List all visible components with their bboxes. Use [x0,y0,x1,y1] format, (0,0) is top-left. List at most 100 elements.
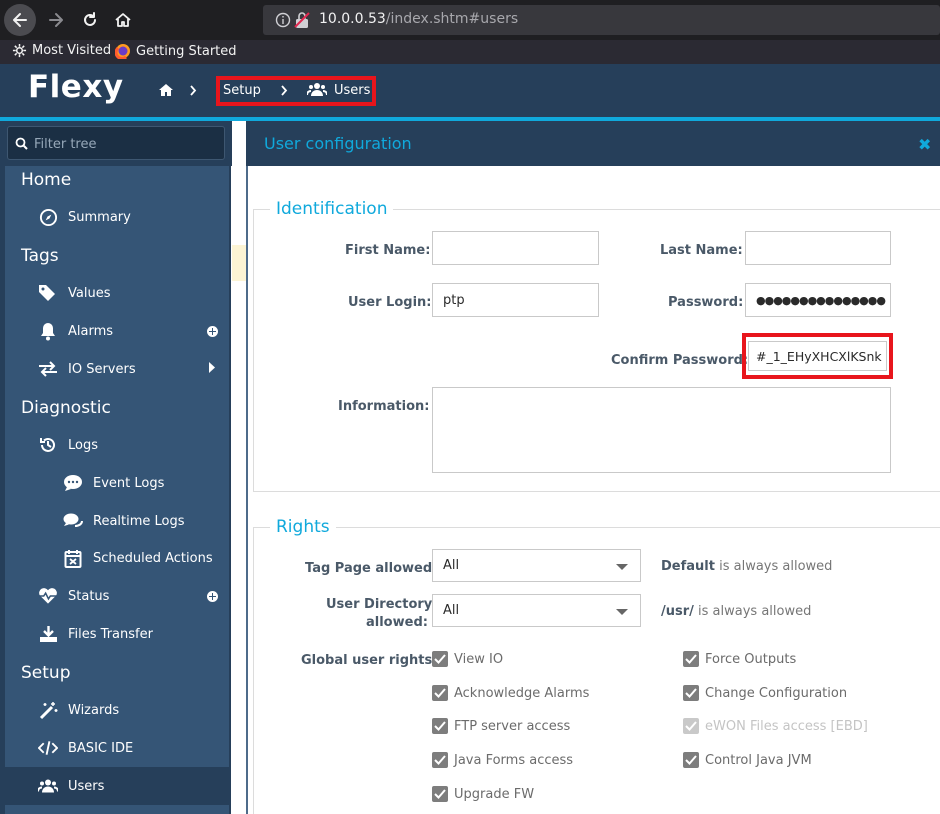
home-button[interactable] [107,4,139,36]
password-label: Password: [668,295,744,310]
users-icon [307,83,327,96]
dialog-header: User configuration ✖ [246,121,940,166]
forward-button[interactable] [40,4,72,36]
browser-toolbar: 10.0.0.53/index.shtm#users [0,0,940,40]
check-icon [434,789,446,799]
confirm-password-label: Confirm Password: [611,353,749,368]
download-icon [39,626,57,642]
ftp-server-access-checkbox[interactable]: FTP server access [432,718,570,734]
bookmark-getting-started[interactable]: Getting Started [115,43,237,59]
expand-plus-icon[interactable] [207,326,218,337]
last-name-input[interactable] [745,231,891,265]
java-forms-access-checkbox[interactable]: Java Forms access [432,752,573,768]
sidebar-section-home[interactable]: Home [21,170,71,190]
sidebar-item-files-transfer[interactable]: Files Transfer [38,624,153,644]
confirm-password-input[interactable]: #_1_EHyXHCXlKSnk [748,341,887,371]
check-icon [685,721,697,731]
sidebar-item-event-logs[interactable]: Event Logs [63,473,164,493]
app-header [0,64,940,117]
upgrade-fw-checkbox[interactable]: Upgrade FW [432,786,534,802]
dialog-title: User configuration [264,134,412,153]
bookmarks-bar: Most Visited Getting Started [0,40,940,64]
user-directory-label-line1: User Directory [326,597,433,612]
address-bar[interactable]: 10.0.0.53/index.shtm#users [263,5,940,35]
change-configuration-checkbox[interactable]: Change Configuration [683,685,847,701]
chevron-right-icon [190,85,197,96]
first-name-label: First Name: [345,243,431,258]
code-icon [38,741,58,755]
flexy-logo[interactable]: Flexy [28,69,124,105]
password-input[interactable]: ●●●●●●●●●●●●●●● [745,283,891,317]
sidebar-item-values[interactable]: Values [38,283,110,303]
back-button[interactable] [4,4,36,36]
user-directory-note: /usr/ is always allowed [661,604,812,619]
info-icon[interactable] [275,12,291,28]
sidebar-item-users[interactable]: Users [38,776,104,796]
chevron-down-icon [616,564,628,570]
page-underlay [232,121,246,814]
reload-button[interactable] [74,4,106,36]
firefox-icon [115,44,130,59]
expand-plus-icon[interactable] [207,591,218,602]
tag-page-label: Tag Page allowed: [305,561,438,576]
calendar-x-icon [64,549,82,568]
insecure-lock-icon[interactable] [294,11,310,29]
bell-icon [41,322,55,340]
information-textarea[interactable] [432,387,891,473]
breadcrumb-users[interactable]: Users [334,83,370,98]
view-io-checkbox[interactable]: View IO [432,651,503,667]
sidebar-item-io-servers[interactable]: IO Servers [38,359,136,379]
check-icon [685,755,697,765]
user-directory-label-line2: allowed: [366,615,428,630]
sidebar-item-basic-ide[interactable]: BASIC IDE [38,738,133,758]
heartbeat-icon [38,588,58,604]
chevron-right-icon [281,85,288,96]
search-icon [15,137,28,150]
sidebar-item-wizards[interactable]: Wizards [38,700,119,720]
sidebar-section-tags[interactable]: Tags [21,246,59,266]
tag-page-select[interactable]: All [432,549,641,582]
user-login-label: User Login: [348,295,432,310]
control-java-jvm-checkbox[interactable]: Control Java JVM [683,752,812,768]
sidebar-section-diagnostic[interactable]: Diagnostic [21,398,111,418]
check-icon [434,755,446,765]
users-icon [38,779,58,793]
comments-icon [63,513,83,527]
check-icon [434,721,446,731]
sidebar-item-scheduled-actions[interactable]: Scheduled Actions [63,548,213,568]
chevron-down-icon [616,609,628,615]
page-underlay-notice [232,245,246,281]
compass-icon [39,208,57,226]
comment-icon [64,475,82,491]
user-login-input[interactable]: ptp [432,283,599,317]
check-icon [685,688,697,698]
sidebar-item-summary[interactable]: Summary [38,207,131,227]
first-name-input[interactable] [432,231,599,265]
breadcrumb-setup[interactable]: Setup [223,83,261,98]
sidebar-item-realtime-logs[interactable]: Realtime Logs [63,511,185,531]
force-outputs-checkbox[interactable]: Force Outputs [683,651,796,667]
global-rights-label: Global user rights: [301,653,438,668]
magic-wand-icon [39,701,57,719]
gear-icon [12,43,27,58]
caret-right-icon[interactable] [208,362,215,373]
url-text[interactable]: 10.0.0.53/index.shtm#users [319,11,518,27]
sidebar-item-alarms[interactable]: Alarms [38,321,113,341]
check-icon [434,688,446,698]
reload-icon [84,12,96,26]
close-icon[interactable]: ✖ [918,135,931,154]
sidebar-item-status[interactable]: Status [38,586,109,606]
acknowledge-alarms-checkbox[interactable]: Acknowledge Alarms [432,685,589,701]
user-configuration-dialog: User configuration ✖ Identification Firs… [246,121,940,814]
arrow-left-icon [13,13,27,27]
rights-legend: Rights [270,517,336,537]
sidebar-item-logs[interactable]: Logs [38,435,98,455]
bookmark-most-visited[interactable]: Most Visited [12,43,111,58]
arrow-right-icon [49,13,63,27]
breadcrumb-home-icon[interactable] [158,83,174,97]
filter-tree-input[interactable]: Filter tree [7,126,225,160]
sidebar-section-setup[interactable]: Setup [21,663,70,683]
ewon-files-access-checkbox: eWON Files access [EBD] [683,718,868,734]
identification-legend: Identification [270,199,394,219]
user-directory-select[interactable]: All [432,594,641,627]
